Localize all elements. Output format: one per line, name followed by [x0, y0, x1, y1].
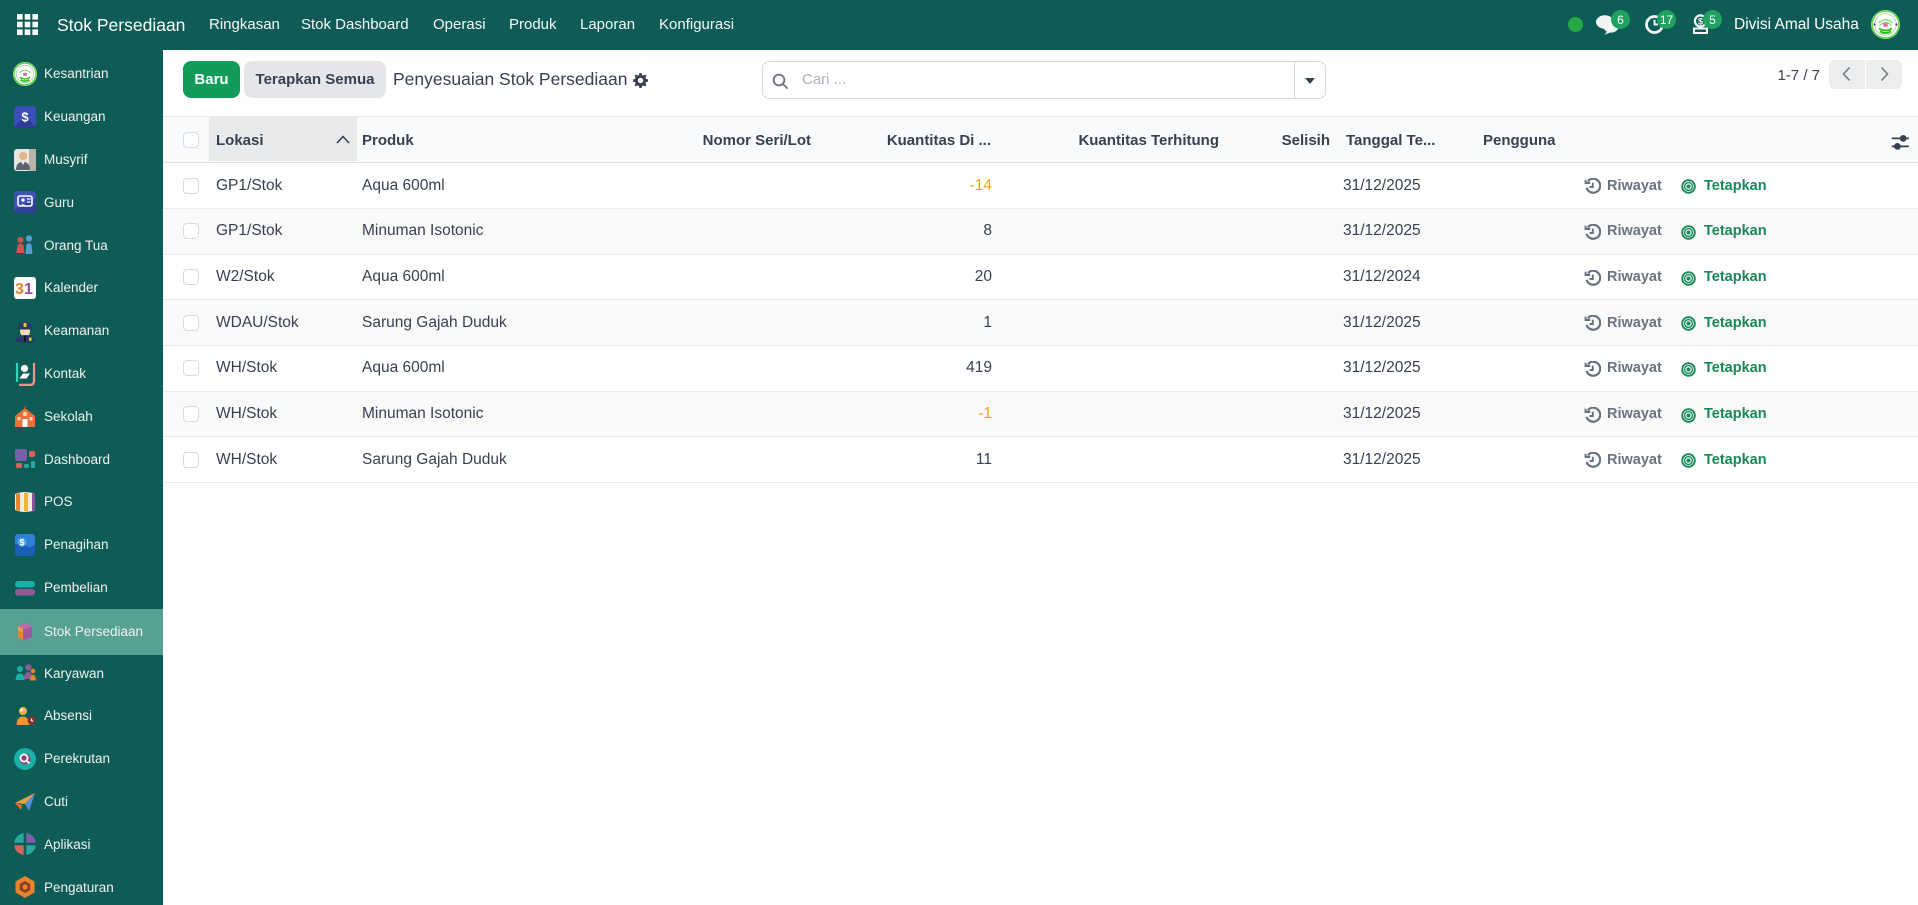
svg-text:$: $	[19, 537, 24, 547]
svg-text:$: $	[21, 109, 29, 124]
svg-text:1: 1	[24, 281, 33, 298]
svg-text:3: 3	[15, 281, 24, 298]
